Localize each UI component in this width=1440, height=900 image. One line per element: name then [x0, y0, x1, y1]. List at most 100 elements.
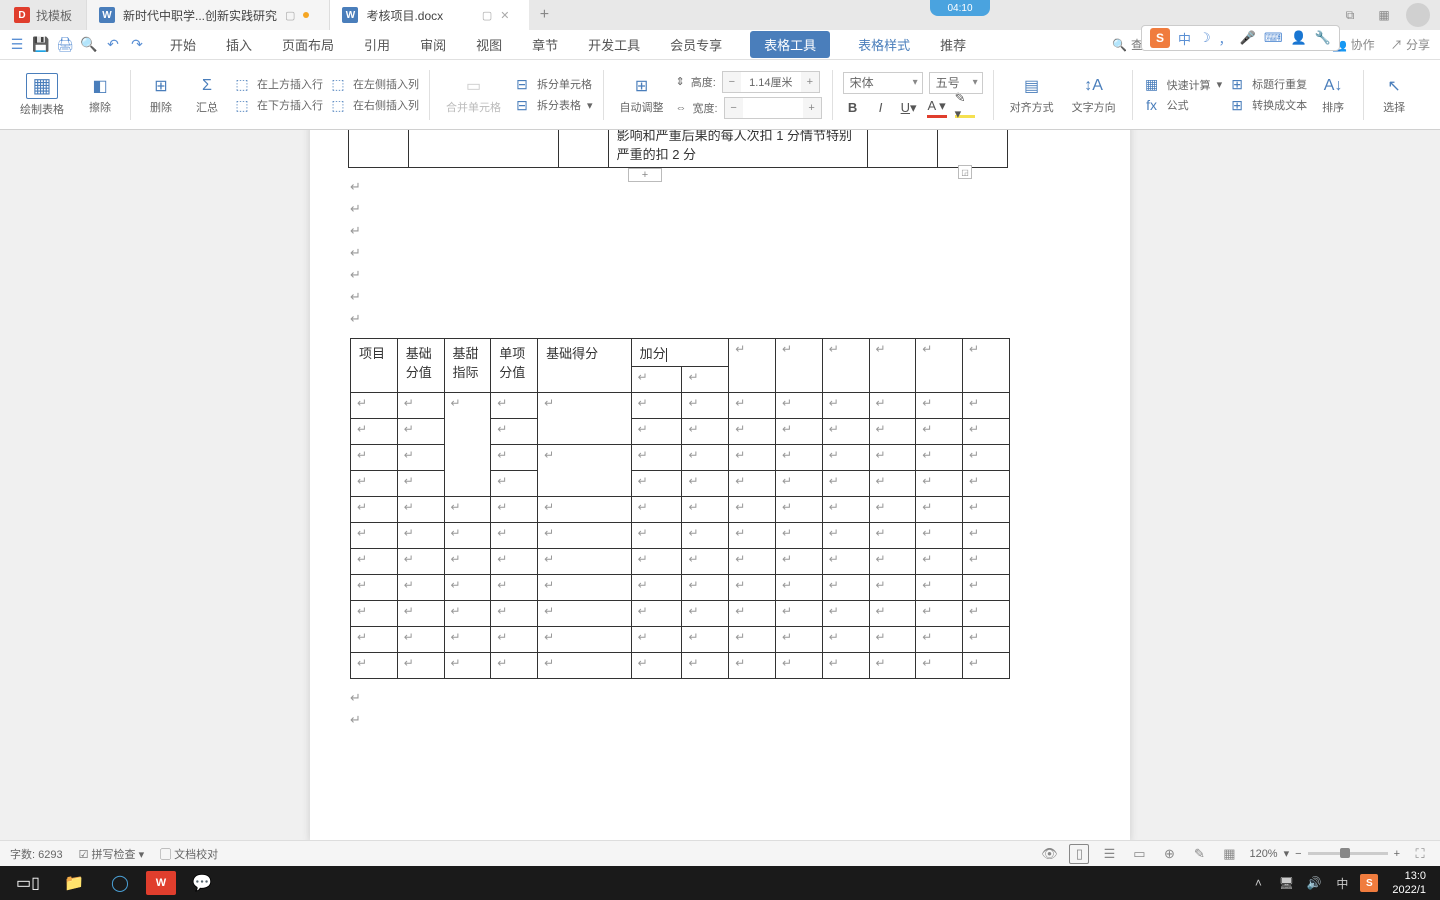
- user-avatar[interactable]: [1406, 3, 1430, 27]
- ime-comma-icon[interactable]: ，: [1219, 29, 1232, 48]
- empty-cell[interactable]: ↵: [729, 497, 776, 523]
- empty-cell[interactable]: ↵: [916, 575, 963, 601]
- empty-cell[interactable]: ↵: [538, 601, 632, 627]
- empty-cell[interactable]: ↵: [682, 367, 729, 393]
- ime-wrench-icon[interactable]: 🔧: [1315, 30, 1331, 46]
- web-icon[interactable]: ⊕: [1159, 844, 1179, 864]
- width-spinner[interactable]: − +: [724, 97, 822, 119]
- height-plus[interactable]: +: [801, 72, 819, 92]
- doc-tab-2[interactable]: W 考核项目.docx ▢ ✕: [329, 0, 529, 30]
- tray-chevron-icon[interactable]: ˄: [1248, 873, 1268, 893]
- empty-cell[interactable]: ↵: [916, 523, 963, 549]
- empty-cell[interactable]: ↵: [491, 393, 538, 419]
- empty-cell[interactable]: ↵: [963, 575, 1010, 601]
- delete-group[interactable]: ⊞ 删除: [141, 75, 181, 115]
- empty-cell[interactable]: ↵: [822, 339, 869, 393]
- formula-button[interactable]: fx公式: [1143, 97, 1223, 113]
- highlight-button[interactable]: ✎ ▾: [955, 98, 975, 118]
- empty-cell[interactable]: ↵: [444, 575, 491, 601]
- ime-lang[interactable]: 中: [1178, 29, 1191, 48]
- grid-icon[interactable]: ▦: [1219, 844, 1239, 864]
- empty-cell[interactable]: ↵: [397, 549, 444, 575]
- zoom-in[interactable]: +: [1394, 848, 1400, 860]
- empty-cell[interactable]: ↵: [682, 445, 729, 471]
- empty-cell[interactable]: ↵: [491, 471, 538, 497]
- empty-cell[interactable]: ↵: [963, 419, 1010, 445]
- empty-cell[interactable]: ↵: [351, 523, 398, 549]
- text-dir-group[interactable]: ↕A 文字方向: [1066, 75, 1122, 115]
- table-row[interactable]: ↵↵↵↵↵↵↵↵↵↵↵↵↵: [351, 601, 1010, 627]
- empty-cell[interactable]: ↵: [397, 575, 444, 601]
- ime-moon-icon[interactable]: ☽: [1199, 30, 1211, 46]
- wechat-icon[interactable]: 💬: [182, 869, 222, 897]
- empty-cell[interactable]: ↵: [444, 523, 491, 549]
- new-tab-button[interactable]: +: [529, 0, 559, 30]
- table-add-handle[interactable]: +: [628, 168, 662, 182]
- ime-bar[interactable]: S 中 ☽ ， 🎤 ⌨ 👤 🔧: [1141, 25, 1340, 51]
- empty-cell[interactable]: ↵: [775, 497, 822, 523]
- empty-cell[interactable]: ↵: [538, 523, 632, 549]
- empty-cell[interactable]: ↵: [729, 339, 776, 393]
- empty-cell[interactable]: ↵: [631, 575, 682, 601]
- empty-cell[interactable]: ↵: [822, 653, 869, 679]
- empty-cell[interactable]: ↵: [963, 523, 1010, 549]
- tray-volume-icon[interactable]: 🔊: [1304, 873, 1324, 893]
- tray-sogou-icon[interactable]: S: [1360, 874, 1378, 892]
- empty-cell[interactable]: ↵: [916, 601, 963, 627]
- empty-cell[interactable]: ↵: [729, 601, 776, 627]
- spell-check[interactable]: ☑ 拼写检查 ▾: [79, 846, 145, 862]
- empty-cell[interactable]: ↵: [631, 523, 682, 549]
- empty-cell[interactable]: ↵: [631, 497, 682, 523]
- table-header-row[interactable]: 项目 基础分值 基甜指际 单项分值 基础得分 加分 ↵ ↵ ↵ ↵ ↵ ↵: [351, 339, 1010, 367]
- empty-cell[interactable]: ↵: [775, 523, 822, 549]
- empty-cell[interactable]: ↵: [351, 653, 398, 679]
- tray-monitor-icon[interactable]: 🖥: [1276, 873, 1296, 893]
- empty-cell[interactable]: ↵: [538, 393, 632, 445]
- empty-cell[interactable]: ↵: [491, 523, 538, 549]
- empty-cell[interactable]: ↵: [775, 471, 822, 497]
- empty-cell[interactable]: ↵: [682, 471, 729, 497]
- empty-cell[interactable]: ↵: [351, 445, 398, 471]
- empty-cell[interactable]: ↵: [822, 601, 869, 627]
- hdr-base-score[interactable]: 基础分值: [397, 339, 444, 393]
- empty-cell[interactable]: ↵: [631, 367, 682, 393]
- table-row[interactable]: 影响和严重后果的每人次扣 1 分情节特别严重的扣 2 分: [349, 130, 1008, 168]
- empty-cell[interactable]: ↵: [775, 549, 822, 575]
- quick-calc-button[interactable]: ▦快速计算 ▾: [1143, 76, 1223, 93]
- empty-cell[interactable]: ↵: [729, 575, 776, 601]
- empty-cell[interactable]: ↵: [397, 393, 444, 419]
- insert-right-button[interactable]: ⬚在右侧插入列: [329, 97, 419, 114]
- ime-keyboard-icon[interactable]: ⌨: [1264, 30, 1283, 46]
- main-table[interactable]: 项目 基础分值 基甜指际 单项分值 基础得分 加分 ↵ ↵ ↵ ↵ ↵ ↵ ↵ …: [350, 338, 1010, 679]
- empty-cell[interactable]: ↵: [397, 523, 444, 549]
- empty-cell[interactable]: ↵: [963, 601, 1010, 627]
- to-text-button[interactable]: ⊞转换成文本: [1228, 97, 1307, 114]
- empty-cell[interactable]: ↵: [351, 471, 398, 497]
- empty-cell[interactable]: ↵: [351, 549, 398, 575]
- preview-icon[interactable]: 🔍: [78, 34, 100, 56]
- menu-review[interactable]: 审阅: [418, 31, 448, 58]
- empty-cell[interactable]: ↵: [869, 339, 916, 393]
- read-icon[interactable]: ▭: [1129, 844, 1149, 864]
- empty-cell[interactable]: ↵: [682, 497, 729, 523]
- table-row[interactable]: ↵↵↵↵↵↵↵↵↵↵↵↵↵: [351, 653, 1010, 679]
- app-grid-icon[interactable]: ▦: [1372, 3, 1396, 27]
- empty-cell[interactable]: ↵: [682, 653, 729, 679]
- empty-cell[interactable]: ↵: [444, 497, 491, 523]
- summary-group[interactable]: Σ 汇总: [187, 75, 227, 115]
- empty-cell[interactable]: ↵: [491, 445, 538, 471]
- menu-recommend[interactable]: 推荐: [938, 31, 968, 58]
- empty-cell[interactable]: ↵: [775, 575, 822, 601]
- font-color-button[interactable]: A ▾: [927, 98, 947, 118]
- empty-cell[interactable]: ↵: [631, 549, 682, 575]
- empty-cell[interactable]: ↵: [869, 575, 916, 601]
- empty-cell[interactable]: ↵: [491, 497, 538, 523]
- empty-cell[interactable]: ↵: [729, 393, 776, 419]
- split-table-button[interactable]: ⊟拆分表格 ▾: [513, 97, 593, 114]
- empty-cell[interactable]: ↵: [775, 393, 822, 419]
- template-tab[interactable]: D 找模板: [0, 0, 86, 30]
- empty-cell[interactable]: ↵: [631, 653, 682, 679]
- empty-cell[interactable]: ↵: [822, 627, 869, 653]
- zoom-out[interactable]: −: [1295, 848, 1301, 860]
- empty-cell[interactable]: ↵: [351, 627, 398, 653]
